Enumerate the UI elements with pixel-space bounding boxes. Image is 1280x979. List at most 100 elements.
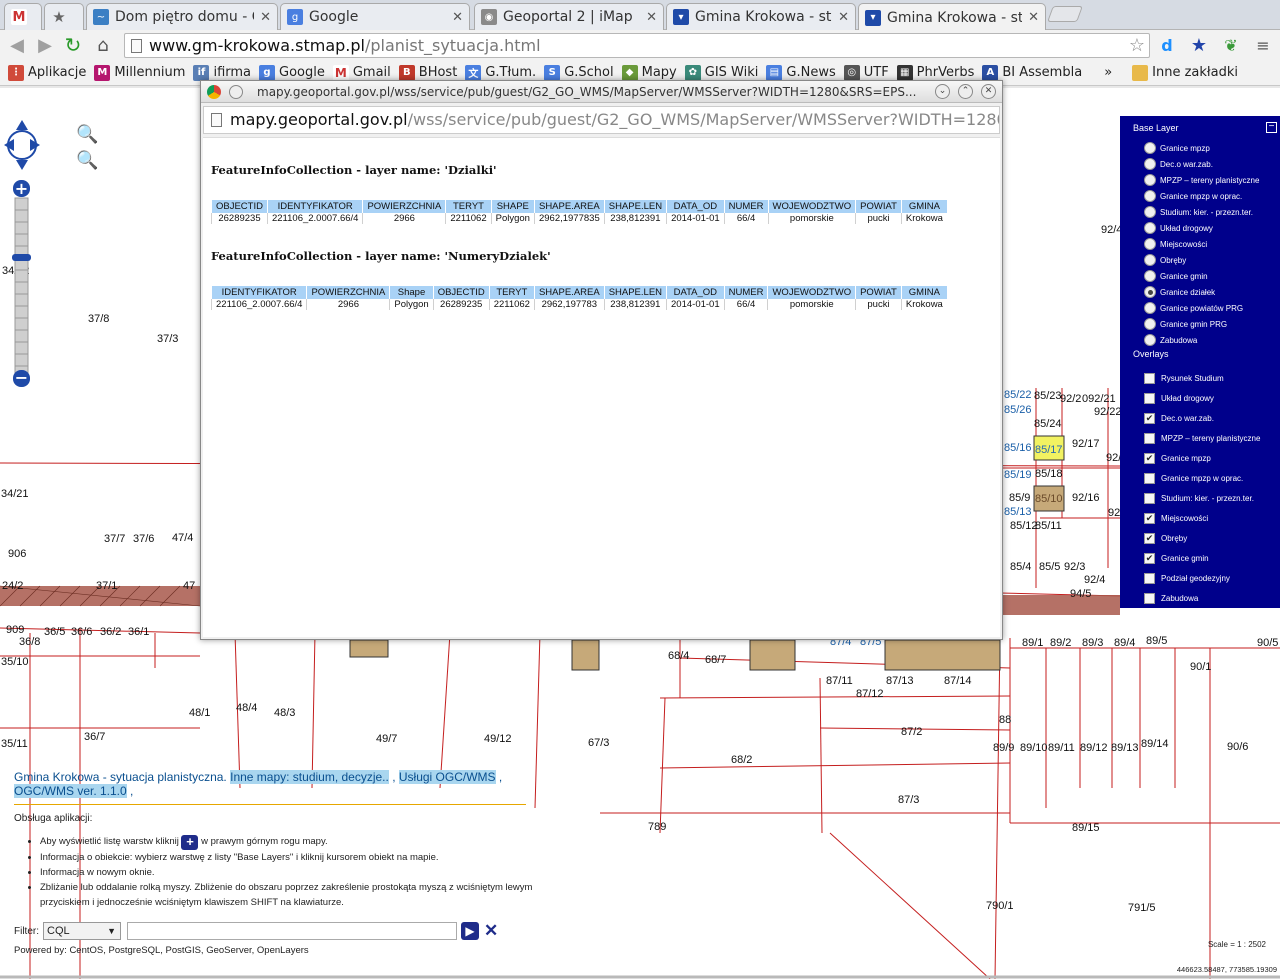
bookmark-ifirma[interactable]: if ifirma (193, 64, 251, 81)
bookmark-gnews[interactable]: ▤ G.News (766, 64, 836, 81)
radio-button[interactable] (1144, 222, 1156, 234)
zoom-extent-icon[interactable]: 🔍 (76, 150, 98, 171)
checkbox[interactable] (1144, 472, 1155, 484)
radio-button[interactable] (1144, 238, 1156, 250)
close-icon[interactable]: ✕ (452, 10, 463, 25)
base-layer-option[interactable]: Obręby (1144, 253, 1186, 267)
bookmarks-more[interactable]: » (1104, 65, 1112, 80)
maximize-window-icon[interactable]: ⌃ (958, 84, 973, 99)
close-icon[interactable]: ✕ (1028, 10, 1039, 25)
bookmark-gis-wiki[interactable]: ✿ GIS Wiki (684, 64, 758, 81)
overlay-option[interactable]: Studium: kier. - przezn.ter. (1144, 491, 1254, 505)
overlay-option[interactable]: ✔ Miejscowości (1144, 511, 1208, 525)
base-layer-option[interactable]: Dec.o war.zab. (1144, 157, 1213, 171)
radio-button[interactable] (1144, 190, 1156, 202)
checkbox[interactable]: ✔ (1144, 532, 1155, 544)
overlay-option[interactable]: ✔ Dec.o war.zab. (1144, 411, 1214, 425)
bookmark-gtlum[interactable]: 文 G.Tłum. (465, 64, 536, 81)
overlay-option[interactable]: MPZP – tereny planistyczne (1144, 431, 1260, 445)
checkbox[interactable]: ✔ (1144, 512, 1155, 524)
base-layer-option[interactable]: Granice mpzp (1144, 141, 1210, 155)
minimize-icon[interactable]: − (1266, 122, 1277, 133)
tab-geoportal[interactable]: ◉ Geoportal 2 | iMap ✕ (474, 3, 664, 30)
base-layer-option[interactable]: Granice gmin PRG (1144, 317, 1227, 331)
radio-button[interactable] (1144, 334, 1156, 346)
extension-evernote-icon[interactable]: ❦ (1220, 34, 1242, 56)
overlay-option[interactable]: ✔ Granice mpzp (1144, 451, 1211, 465)
checkbox[interactable] (1144, 432, 1155, 444)
checkbox[interactable] (1144, 592, 1155, 604)
other-maps-link[interactable]: Inne mapy: studium, decyzje.. (230, 770, 389, 784)
base-layer-option[interactable]: Granice działek (1144, 285, 1215, 299)
zoom-box-icon[interactable]: 🔍 (76, 124, 98, 145)
home-icon[interactable]: ⌂ (92, 34, 114, 56)
window-menu-icon[interactable] (229, 84, 243, 99)
base-layer-option[interactable]: Miejscowości (1144, 237, 1207, 251)
base-layer-option[interactable]: Granice gmin (1144, 269, 1208, 283)
checkbox[interactable]: ✔ (1144, 552, 1155, 564)
close-icon[interactable]: ✕ (838, 10, 849, 25)
new-tab-button[interactable] (1047, 6, 1083, 22)
overlay-option[interactable]: Zabudowa (1144, 591, 1198, 605)
bookmark-aplikacje[interactable]: ⋮ Aplikacje (8, 64, 86, 81)
close-icon[interactable]: ✕ (646, 10, 657, 25)
ogc-wms-link[interactable]: Usługi OGC/WMS (398, 770, 496, 784)
checkbox[interactable] (1144, 392, 1155, 404)
checkbox[interactable]: ✔ (1144, 452, 1155, 464)
minimize-window-icon[interactable]: ⌄ (935, 84, 950, 99)
tab-krokowa-1[interactable]: ▾ Gmina Krokowa - stuc ✕ (666, 3, 856, 30)
base-layer-option[interactable]: Granice mpzp w oprac. (1144, 189, 1242, 203)
base-layer-option[interactable]: Układ drogowy (1144, 221, 1213, 235)
bookmark-other[interactable]: Inne zakładki (1132, 64, 1238, 81)
checkbox[interactable] (1144, 372, 1155, 384)
radio-button[interactable] (1144, 142, 1156, 154)
close-window-icon[interactable]: ✕ (981, 84, 996, 99)
radio-button[interactable] (1144, 254, 1156, 266)
checkbox[interactable] (1144, 492, 1155, 504)
ogc-wms-version-link[interactable]: OGC/WMS ver. 1.1.0 (14, 784, 127, 798)
radio-button[interactable] (1144, 270, 1156, 282)
radio-button[interactable] (1144, 286, 1156, 298)
bookmark-assembla[interactable]: A BI Assembla (982, 64, 1082, 81)
tab-gmail[interactable]: M (4, 3, 42, 30)
radio-button[interactable] (1144, 158, 1156, 170)
overlay-option[interactable]: Podział geodezyjny (1144, 571, 1230, 585)
bookmark-gschol[interactable]: S G.Schol (544, 64, 614, 81)
checkbox[interactable] (1144, 572, 1155, 584)
close-icon[interactable]: ✕ (260, 10, 271, 25)
radio-button[interactable] (1144, 318, 1156, 330)
base-layer-option[interactable]: Zabudowa (1144, 333, 1197, 347)
extension-d-icon[interactable]: d (1156, 34, 1178, 56)
pan-control[interactable] (4, 120, 40, 170)
bookmark-phrverbs[interactable]: ▦ PhrVerbs (896, 64, 974, 81)
bookmark-google[interactable]: g Google (259, 64, 325, 81)
filter-input[interactable] (127, 922, 457, 940)
base-layer-option[interactable]: Studium: kier. - przezn.ter. (1144, 205, 1253, 219)
tab-bookmark[interactable]: ★ (44, 3, 84, 30)
bookmark-mapy[interactable]: ◆ Mapy (621, 64, 677, 81)
overlay-option[interactable]: ✔ Obręby (1144, 531, 1187, 545)
tab-dom-pietro[interactable]: ~ Dom piętro domu - G ✕ (86, 3, 278, 30)
checkbox[interactable]: ✔ (1144, 412, 1155, 424)
overlay-option[interactable]: Rysunek Studium (1144, 371, 1224, 385)
overlay-option[interactable]: Układ drogowy (1144, 391, 1214, 405)
overlay-option[interactable]: ✔ Granice gmin (1144, 551, 1209, 565)
clear-filter-icon[interactable]: ✕ (484, 921, 498, 941)
base-layer-option[interactable]: MPZP – tereny planistyczne (1144, 173, 1259, 187)
base-layer-option[interactable]: Granice powiatów PRG (1144, 301, 1243, 315)
radio-button[interactable] (1144, 206, 1156, 218)
bookmark-bhost[interactable]: B BHost (398, 64, 457, 81)
overlay-option[interactable]: Granice mpzp w oprac. (1144, 471, 1243, 485)
bookmark-star-icon[interactable]: ☆ (1129, 34, 1145, 57)
bookmark-gmail[interactable]: M Gmail (332, 64, 391, 81)
popup-address-bar[interactable]: mapy.geoportal.gov.pl/wss/service/pub/gu… (203, 106, 1000, 134)
menu-icon[interactable]: ≡ (1252, 34, 1274, 56)
address-bar[interactable]: www.gm-krokowa.stmap.pl/planist_sytuacja… (124, 33, 1150, 58)
tab-krokowa-2[interactable]: ▾ Gmina Krokowa - stuc ✕ (858, 3, 1046, 31)
bookmark-millennium[interactable]: M Millennium (94, 64, 185, 81)
forward-arrow-icon[interactable]: ▶ (34, 34, 56, 56)
radio-button[interactable] (1144, 302, 1156, 314)
filter-type-select[interactable]: CQL ▼ (43, 922, 121, 940)
bookmark-utf[interactable]: ◎ UTF (843, 64, 889, 81)
apply-filter-icon[interactable]: ▶ (461, 922, 479, 940)
